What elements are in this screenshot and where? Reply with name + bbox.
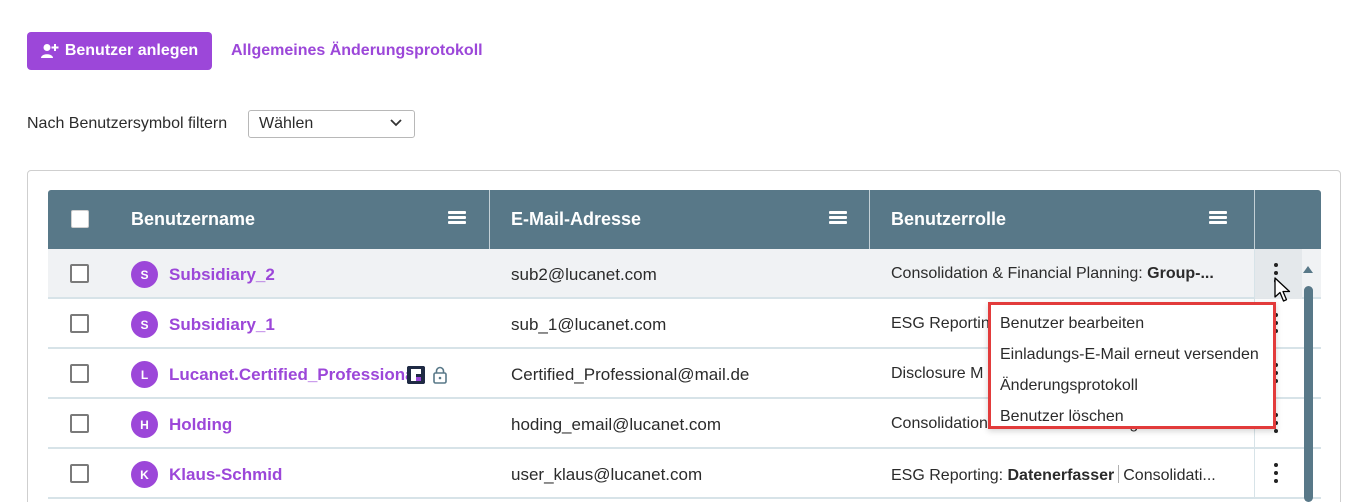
menu-item-resend-invitation[interactable]: Einladungs-E-Mail erneut versenden <box>991 339 1273 370</box>
menu-item-edit-user[interactable]: Benutzer bearbeiten <box>991 308 1273 339</box>
table-header: Benutzername E-Mail-Adresse Benutzerroll… <box>48 190 1321 249</box>
role-text: ESG Reporting: <box>891 467 1008 484</box>
column-divider[interactable] <box>869 190 870 249</box>
add-user-icon <box>40 44 59 58</box>
username-link[interactable]: Lucanet.Certified_Professional <box>169 365 419 385</box>
filter-select-value: Wählen <box>259 115 314 132</box>
table-row[interactable]: S Subsidiary_2 sub2@lucanet.com Consolid… <box>48 249 1321 299</box>
more-vertical-icon[interactable] <box>1272 463 1280 485</box>
lock-icon <box>433 366 447 384</box>
avatar: K <box>131 461 158 488</box>
column-label: Benutzername <box>131 209 256 229</box>
column-label: Benutzerrolle <box>891 209 1007 229</box>
column-header-role[interactable]: Benutzerrolle <box>871 190 1253 249</box>
user-icon-filter-select[interactable]: Wählen <box>248 110 415 138</box>
avatar: L <box>131 361 158 388</box>
column-menu-icon[interactable] <box>829 211 847 225</box>
email-cell: Certified_Professional@mail.de <box>511 365 750 384</box>
role-text: Consolidati... <box>1123 467 1216 484</box>
email-cell: user_klaus@lucanet.com <box>511 465 703 484</box>
create-user-button[interactable]: Benutzer anlegen <box>27 32 212 70</box>
avatar: S <box>131 261 158 288</box>
filter-label: Nach Benutzersymbol filtern <box>27 115 228 132</box>
email-cell: hoding_email@lucanet.com <box>511 415 722 434</box>
username-link[interactable]: Subsidiary_1 <box>169 315 275 335</box>
row-checkbox[interactable] <box>70 414 89 433</box>
role-name: Group-... <box>1147 265 1214 282</box>
general-change-log-link[interactable]: Allgemeines Änderungsprotokoll <box>231 42 483 60</box>
column-menu-icon[interactable] <box>448 211 466 225</box>
role-name: Datenerfasser <box>1007 467 1115 484</box>
menu-item-delete-user[interactable]: Benutzer löschen <box>991 401 1273 432</box>
email-cell: sub2@lucanet.com <box>511 265 657 284</box>
role-separator <box>1118 465 1120 483</box>
row-checkbox[interactable] <box>70 264 89 283</box>
row-checkbox[interactable] <box>70 364 89 383</box>
username-link[interactable]: Holding <box>169 415 232 435</box>
scroll-up-arrow-icon[interactable] <box>1302 264 1314 274</box>
column-divider <box>1254 190 1255 249</box>
chevron-down-icon <box>390 119 402 127</box>
role-cell: ESG Reporting: Datenerfasser Consolidati.… <box>891 465 1226 485</box>
mouse-pointer-icon <box>1274 277 1291 302</box>
create-user-label: Benutzer anlegen <box>64 42 199 59</box>
select-all-checkbox[interactable] <box>71 210 89 228</box>
role-cell: Consolidation & Financial Planning: Grou… <box>891 265 1226 283</box>
username-link[interactable]: Klaus-Schmid <box>169 465 282 485</box>
vertical-scrollbar-thumb[interactable] <box>1304 286 1313 502</box>
row-checkbox[interactable] <box>70 464 89 483</box>
avatar: H <box>131 411 158 438</box>
email-cell: sub_1@lucanet.com <box>511 315 667 334</box>
avatar: S <box>131 311 158 338</box>
column-label: E-Mail-Adresse <box>511 209 642 229</box>
row-checkbox[interactable] <box>70 314 89 333</box>
menu-item-change-log[interactable]: Änderungsprotokoll <box>991 370 1273 401</box>
row-context-menu: Benutzer bearbeiten Einladungs-E-Mail er… <box>988 302 1276 429</box>
column-divider[interactable] <box>489 190 490 249</box>
table-row[interactable]: K Klaus-Schmid user_klaus@lucanet.com ES… <box>48 449 1321 499</box>
role-text: Consolidation & Financial Planning: <box>891 265 1148 282</box>
lucanet-certified-icon <box>407 366 425 384</box>
username-link[interactable]: Subsidiary_2 <box>169 265 275 285</box>
role-text: Disclosure M <box>891 365 984 382</box>
column-header-email[interactable]: E-Mail-Adresse <box>491 190 870 249</box>
column-menu-icon[interactable] <box>1209 211 1227 225</box>
role-text: ESG Reporting <box>891 315 999 332</box>
column-header-username[interactable]: Benutzername <box>111 190 490 249</box>
